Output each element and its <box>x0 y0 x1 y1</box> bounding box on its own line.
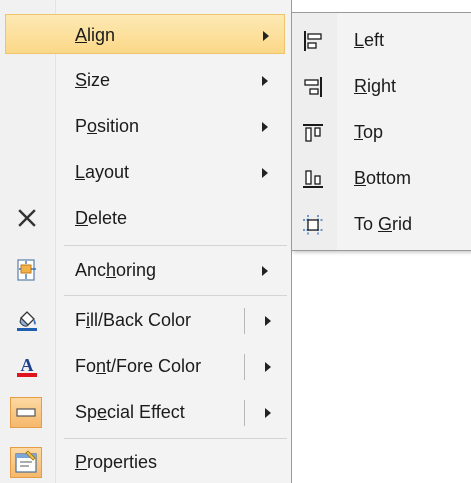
menu-item-label: Position <box>75 116 140 136</box>
split-divider <box>244 354 245 380</box>
menu-separator <box>64 438 287 439</box>
menu-separator <box>64 245 287 246</box>
menu-item-fill-back-color[interactable]: Fill/Back Color <box>0 300 292 340</box>
menu-item-special-effect[interactable]: Special Effect <box>0 392 292 432</box>
menu-item-delete[interactable]: Delete <box>0 198 292 238</box>
menu-item-label: Font/Fore Color <box>75 356 202 376</box>
split-divider <box>244 308 245 334</box>
menu-item-label: Layout <box>75 162 130 182</box>
menu-item-label: Anchoring <box>75 260 157 280</box>
font-color-icon: A <box>15 354 39 378</box>
menu-item-label: Delete <box>75 208 128 228</box>
submenu-item-label: Top <box>354 122 384 142</box>
delete-x-icon <box>15 206 39 230</box>
menu-item-label: Size <box>75 70 111 90</box>
menu-item-label: Align <box>75 25 116 45</box>
submenu-item-label: Left <box>354 30 385 50</box>
menu-item-anchoring[interactable]: Anchoring <box>0 250 292 290</box>
submenu-item-label: To Grid <box>354 214 413 234</box>
submenu-arrow-icon <box>263 31 269 41</box>
align-top-icon <box>302 122 324 144</box>
menu-item-position[interactable]: Position <box>0 106 292 146</box>
submenu-arrow-icon <box>262 266 268 276</box>
submenu-item-to-grid[interactable]: To Grid <box>292 201 471 247</box>
submenu-arrow-icon[interactable] <box>265 362 271 372</box>
menu-item-properties[interactable]: Properties <box>0 442 292 482</box>
submenu-arrow-icon[interactable] <box>265 316 271 326</box>
submenu-item-label: Right <box>354 76 397 96</box>
submenu-item-top[interactable]: Top <box>292 109 471 155</box>
menu-item-label: Special Effect <box>75 402 185 422</box>
align-right-icon <box>302 76 324 98</box>
submenu-arrow-icon <box>262 122 268 132</box>
properties-icon <box>10 447 42 478</box>
menu-item-align[interactable]: Align <box>5 14 285 54</box>
split-divider <box>244 400 245 426</box>
submenu-item-bottom[interactable]: Bottom <box>292 155 471 201</box>
align-left-icon <box>302 30 324 52</box>
align-bottom-icon <box>302 168 324 190</box>
anchoring-icon <box>15 258 39 282</box>
menu-separator <box>64 295 287 296</box>
fill-bucket-icon <box>15 308 39 332</box>
submenu-arrow-icon <box>262 76 268 86</box>
special-effect-icon <box>10 397 42 428</box>
submenu-item-left[interactable]: Left <box>292 17 471 63</box>
menu-item-font-fore-color[interactable]: A Font/Fore Color <box>0 346 292 386</box>
submenu-item-label: Bottom <box>354 168 412 188</box>
menu-item-label: Properties <box>75 452 158 472</box>
submenu-arrow-icon[interactable] <box>265 408 271 418</box>
menu-item-layout[interactable]: Layout <box>0 152 292 192</box>
align-to-grid-icon <box>302 214 324 236</box>
svg-text:A: A <box>21 355 34 375</box>
menu-item-label: Fill/Back Color <box>75 310 192 330</box>
align-submenu: Left Right Top Bottom To Grid <box>291 12 471 251</box>
context-menu: Align Size Position Layout Delete Anchor… <box>0 0 292 483</box>
submenu-item-right[interactable]: Right <box>292 63 471 109</box>
submenu-arrow-icon <box>262 168 268 178</box>
menu-item-size[interactable]: Size <box>0 60 292 100</box>
